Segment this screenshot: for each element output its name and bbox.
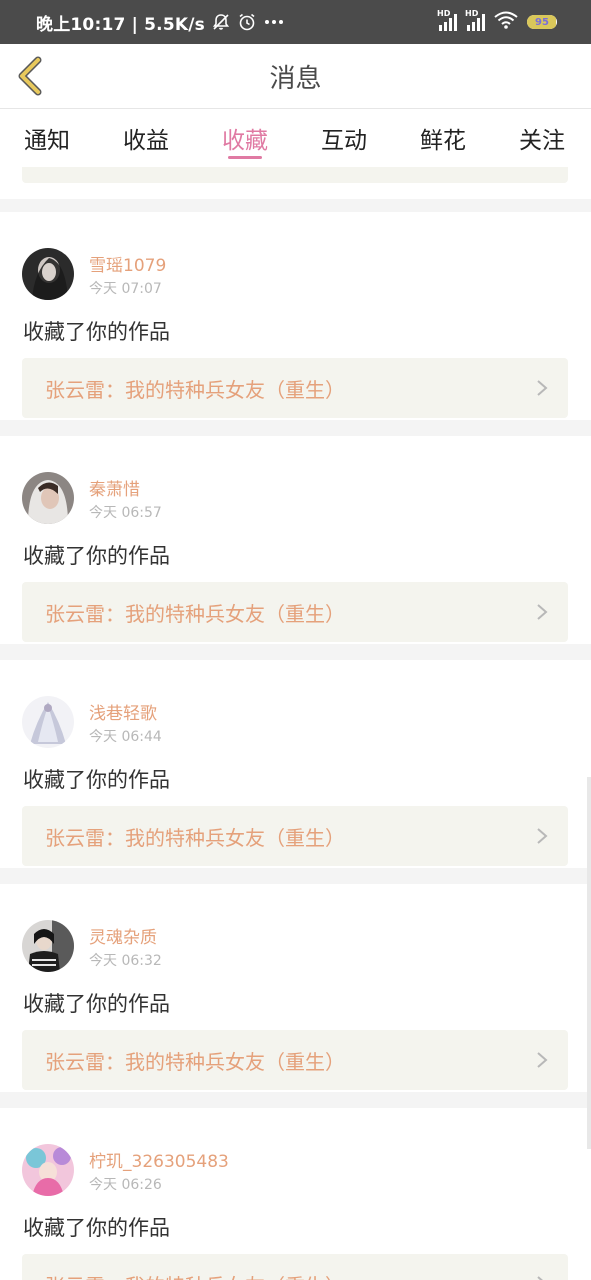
avatar[interactable] — [22, 920, 74, 972]
status-bar: 晚上10:17 | 5.5K/s HD HD 95 — [0, 0, 591, 44]
status-left: 晚上10:17 | 5.5K/s — [36, 0, 285, 44]
network-label-2: HD — [465, 9, 479, 18]
work-title: 张云雷：我的特种兵女友（重生） — [45, 825, 345, 850]
signal-icon: HD — [437, 9, 457, 31]
work-link[interactable]: 张云雷：我的特种兵女友（重生） — [22, 1030, 568, 1090]
timestamp: 今天 06:26 — [89, 1177, 162, 1193]
network-label-1: HD — [437, 9, 451, 18]
status-right: HD HD 95 — [437, 0, 557, 44]
avatar[interactable] — [22, 1144, 74, 1196]
work-title: 张云雷：我的特种兵女友（重生） — [45, 1254, 345, 1280]
chevron-right-icon — [537, 604, 548, 620]
message-card-partial — [0, 167, 591, 199]
message-feed[interactable]: 雪瑶1079 今天 07:07 收藏了你的作品 张云雷：我的特种兵女友（重生） … — [0, 167, 591, 1280]
chevron-right-icon — [537, 380, 548, 396]
action-text: 收藏了你的作品 — [23, 320, 170, 344]
signal-icon: HD — [465, 9, 485, 31]
work-title: 张云雷：我的特种兵女友（重生） — [45, 377, 345, 402]
alarm-icon — [237, 12, 257, 32]
action-text: 收藏了你的作品 — [23, 992, 170, 1016]
action-text: 收藏了你的作品 — [23, 768, 170, 792]
work-title: 张云雷：我的特种兵女友（重生） — [45, 1049, 345, 1074]
tab-earnings[interactable]: 收益 — [123, 109, 169, 167]
chevron-right-icon — [537, 1052, 548, 1068]
work-link[interactable]: 张云雷：我的特种兵女友（重生） — [22, 582, 568, 642]
work-link[interactable]: 张云雷：我的特种兵女友（重生） — [22, 1254, 568, 1280]
work-link-partial[interactable] — [22, 167, 568, 183]
tab-following[interactable]: 关注 — [519, 109, 565, 167]
avatar[interactable] — [22, 472, 74, 524]
timestamp: 今天 06:57 — [89, 505, 162, 521]
work-title: 张云雷：我的特种兵女友（重生） — [45, 601, 345, 626]
active-tab-indicator — [228, 156, 262, 159]
message-card: 灵魂杂质 今天 06:32 收藏了你的作品 张云雷：我的特种兵女友（重生） — [0, 884, 591, 1092]
mute-bell-icon — [211, 12, 231, 32]
message-card: 秦萧惜 今天 06:57 收藏了你的作品 张云雷：我的特种兵女友（重生） — [0, 436, 591, 644]
message-card: 柠玑_326305483 今天 06:26 收藏了你的作品 张云雷：我的特种兵女… — [0, 1108, 591, 1280]
timestamp: 今天 07:07 — [89, 281, 162, 297]
page-title: 消息 — [269, 63, 322, 94]
status-time-speed: 晚上10:17 | 5.5K/s — [36, 14, 205, 35]
username[interactable]: 雪瑶1079 — [89, 251, 166, 276]
avatar[interactable] — [22, 696, 74, 748]
timestamp: 今天 06:32 — [89, 953, 162, 969]
tab-interactions[interactable]: 互动 — [321, 109, 367, 167]
tab-notifications[interactable]: 通知 — [24, 109, 70, 167]
username[interactable]: 秦萧惜 — [89, 475, 140, 500]
action-text: 收藏了你的作品 — [23, 544, 170, 568]
message-card: 雪瑶1079 今天 07:07 收藏了你的作品 张云雷：我的特种兵女友（重生） — [0, 212, 591, 420]
wifi-icon — [493, 10, 519, 34]
tab-bar: 通知 收益 收藏 互动 鲜花 关注 — [0, 109, 591, 167]
app-header: 消息 — [0, 44, 591, 109]
battery-level: 95 — [535, 16, 549, 28]
timestamp: 今天 06:44 — [89, 729, 162, 745]
action-text: 收藏了你的作品 — [23, 1216, 170, 1240]
more-dots-icon — [263, 12, 285, 32]
chevron-right-icon — [537, 1276, 543, 1280]
scrollbar[interactable] — [587, 777, 591, 1149]
username[interactable]: 柠玑_326305483 — [89, 1147, 229, 1172]
chevron-right-icon — [537, 828, 548, 844]
avatar[interactable] — [22, 248, 74, 300]
message-card: 浅巷轻歌 今天 06:44 收藏了你的作品 张云雷：我的特种兵女友（重生） — [0, 660, 591, 868]
battery-icon: 95 — [527, 15, 557, 29]
username[interactable]: 浅巷轻歌 — [89, 699, 157, 724]
work-link[interactable]: 张云雷：我的特种兵女友（重生） — [22, 358, 568, 418]
work-link[interactable]: 张云雷：我的特种兵女友（重生） — [22, 806, 568, 866]
tab-flowers[interactable]: 鲜花 — [420, 109, 466, 167]
username[interactable]: 灵魂杂质 — [89, 923, 157, 948]
